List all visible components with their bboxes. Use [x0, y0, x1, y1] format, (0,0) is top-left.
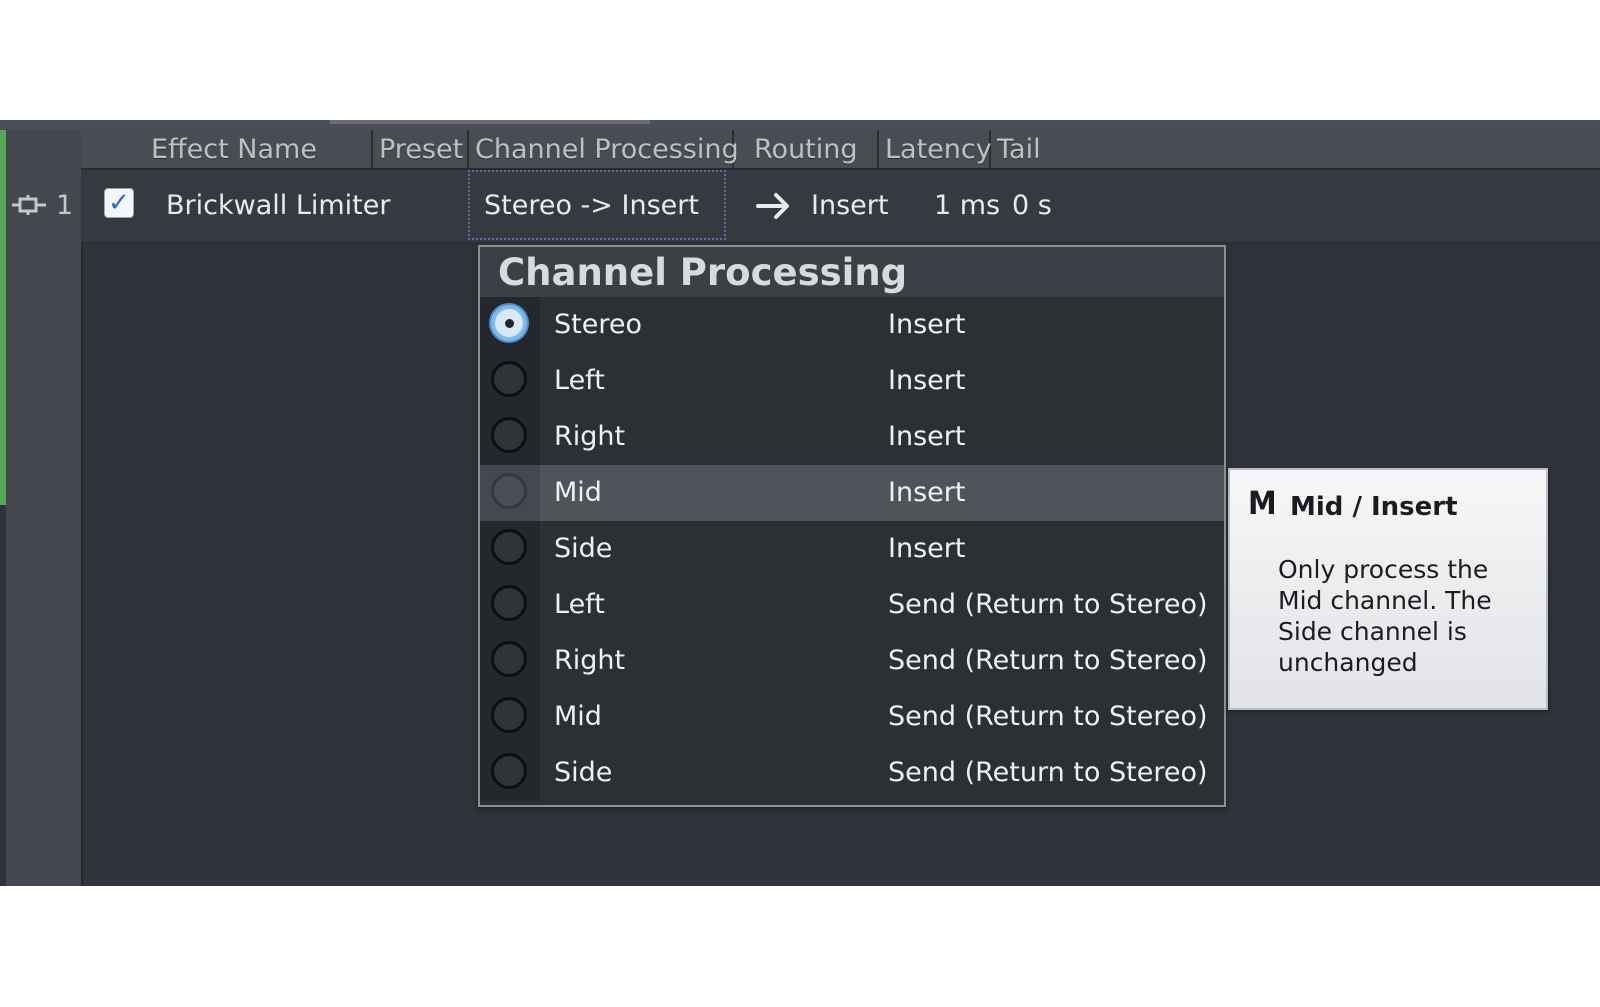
menu-item-side-insert[interactable]: Side Insert [480, 521, 1224, 577]
checkmark-icon: ✓ [108, 188, 130, 218]
menu-item-mid-send[interactable]: Mid Send (Return to Stereo) [480, 689, 1224, 745]
mid-insert-tooltip: M Mid / Insert Only process the Mid chan… [1228, 468, 1548, 710]
radio-icon[interactable] [491, 585, 527, 621]
option-route: Insert [888, 309, 966, 340]
panel-top-highlight [330, 120, 650, 124]
option-channel: Stereo [554, 309, 642, 340]
menu-item-stereo-insert[interactable]: Stereo Insert [480, 297, 1224, 353]
radio-icon[interactable] [491, 305, 527, 341]
radio-icon[interactable] [491, 697, 527, 733]
option-channel: Left [554, 589, 605, 620]
table-header: Effect Name Preset Channel Processing Ro… [81, 130, 1600, 170]
option-channel: Left [554, 365, 605, 396]
option-channel: Right [554, 645, 626, 676]
radio-icon[interactable] [491, 641, 527, 677]
effect-name-cell[interactable]: Brickwall Limiter [166, 170, 390, 242]
routing-cell[interactable]: Insert [811, 170, 888, 242]
option-route: Send (Return to Stereo) [888, 757, 1208, 788]
option-channel: Mid [554, 477, 602, 508]
menu-title: Channel Processing [480, 247, 1224, 297]
enable-checkbox[interactable]: ✓ [104, 188, 134, 218]
header-latency[interactable]: Latency [879, 130, 992, 168]
radio-icon[interactable] [491, 361, 527, 397]
option-route: Send (Return to Stereo) [888, 701, 1208, 732]
panel-top-border [0, 120, 1600, 130]
tail-cell: 0 s [1012, 190, 1052, 221]
option-channel: Right [554, 421, 626, 452]
menu-item-left-send[interactable]: Left Send (Return to Stereo) [480, 577, 1224, 633]
row-index-column [6, 130, 83, 886]
channel-processing-menu: Channel Processing Stereo Insert Left In… [478, 245, 1226, 807]
option-route: Insert [888, 533, 966, 564]
header-channel-processing[interactable]: Channel Processing [469, 130, 739, 168]
option-route: Insert [888, 365, 966, 396]
radio-icon[interactable] [491, 753, 527, 789]
option-route: Insert [888, 477, 966, 508]
header-tail[interactable]: Tail [991, 130, 1600, 168]
tooltip-title: Mid / Insert [1290, 492, 1458, 522]
option-channel: Side [554, 757, 613, 788]
latency-cell: 1 ms [934, 190, 1001, 221]
option-channel: Side [554, 533, 613, 564]
routing-arrow-icon [754, 170, 794, 242]
option-route: Send (Return to Stereo) [888, 645, 1208, 676]
menu-item-mid-insert[interactable]: Mid Insert [480, 465, 1224, 521]
radio-icon[interactable] [491, 417, 527, 453]
menu-item-left-insert[interactable]: Left Insert [480, 353, 1224, 409]
menu-item-side-send[interactable]: Side Send (Return to Stereo) [480, 745, 1224, 801]
tooltip-description: Only process the Mid channel. The Side c… [1278, 555, 1492, 677]
channel-processing-focus-frame [468, 170, 726, 240]
plug-icon [10, 171, 50, 243]
header-effect-name[interactable]: Effect Name [81, 130, 373, 168]
header-preset[interactable]: Preset [373, 130, 469, 168]
row-index: 1 [10, 170, 73, 242]
menu-item-right-insert[interactable]: Right Insert [480, 409, 1224, 465]
header-routing[interactable]: Routing [734, 130, 879, 168]
row-number: 1 [56, 190, 74, 221]
radio-icon[interactable] [491, 529, 527, 565]
menu-item-right-send[interactable]: Right Send (Return to Stereo) [480, 633, 1224, 689]
option-route: Insert [888, 421, 966, 452]
mid-icon: M [1248, 484, 1277, 522]
radio-icon[interactable] [491, 473, 527, 509]
table-row[interactable]: Brickwall Limiter Stereo -> Insert Inser… [81, 170, 1600, 243]
preset-cell[interactable] [373, 170, 469, 242]
option-channel: Mid [554, 701, 602, 732]
option-route: Send (Return to Stereo) [888, 589, 1208, 620]
